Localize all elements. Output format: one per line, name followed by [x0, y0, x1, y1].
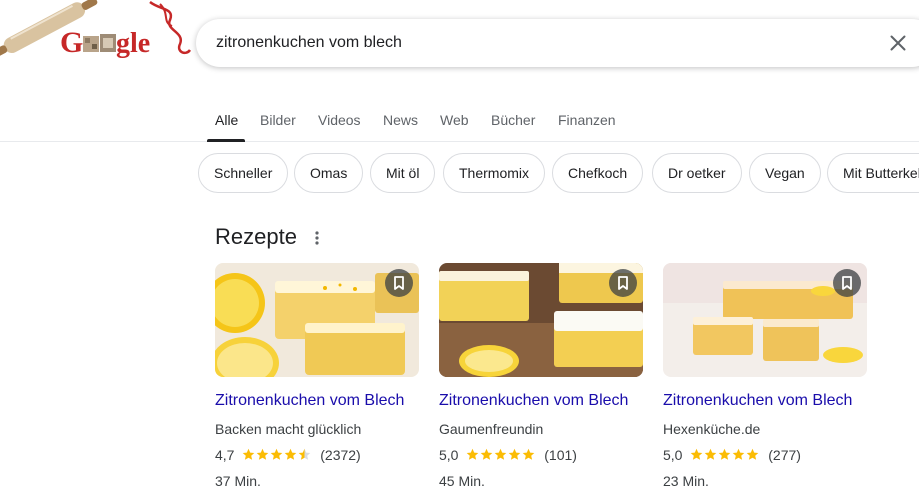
chip-mit-oel[interactable]: Mit öl — [370, 153, 436, 193]
star-icon — [271, 448, 283, 460]
star-icon — [285, 448, 297, 460]
google-doodle-logo[interactable]: G gle — [0, 0, 200, 66]
close-icon[interactable] — [886, 31, 910, 55]
bookmark-icon — [618, 276, 628, 290]
star-icon — [481, 448, 493, 460]
tab-videos[interactable]: Videos — [318, 112, 361, 128]
bookmark-button[interactable] — [385, 269, 413, 297]
tab-alle[interactable]: Alle — [215, 112, 238, 128]
star-rating — [690, 447, 760, 463]
tab-web[interactable]: Web — [440, 112, 469, 128]
star-icon — [691, 448, 703, 460]
star-icon — [747, 448, 759, 460]
header: G gle zitronenkuchen vom blech — [0, 0, 919, 90]
star-icon — [719, 448, 731, 460]
refinement-chips: Schneller Omas Mit öl Thermomix Chefkoch… — [0, 153, 919, 193]
review-count: (277) — [768, 447, 801, 463]
chip-omas[interactable]: Omas — [294, 153, 364, 193]
star-icon — [509, 448, 521, 460]
tab-finanzen[interactable]: Finanzen — [558, 112, 616, 128]
search-box[interactable]: zitronenkuchen vom blech — [196, 19, 919, 67]
chip-schneller[interactable]: Schneller — [198, 153, 289, 193]
recipes-heading: Rezepte — [215, 224, 297, 249]
search-tabs: Alle Bilder Videos News Web Bücher Finan… — [0, 104, 919, 142]
recipe-card[interactable]: Zitronenkuchen vom Blech Backen macht gl… — [215, 263, 419, 503]
star-icon — [495, 448, 507, 460]
recipe-time: 23 Min. — [663, 473, 709, 489]
rating-value: 5,0 — [663, 447, 683, 463]
chip-vegan[interactable]: Vegan — [749, 153, 821, 193]
bookmark-icon — [842, 276, 852, 290]
tab-buecher[interactable]: Bücher — [491, 112, 535, 128]
recipe-title-link[interactable]: Zitronenkuchen vom Blech — [215, 392, 404, 410]
rating-value: 5,0 — [439, 447, 459, 463]
recipe-image[interactable] — [439, 263, 643, 377]
active-tab-indicator — [207, 139, 245, 142]
recipe-rating: 4,7 (2372) — [215, 447, 361, 465]
recipe-time: 45 Min. — [439, 473, 485, 489]
tab-bilder[interactable]: Bilder — [260, 112, 296, 128]
recipe-card[interactable]: Zitronenkuchen vom Blech Hexenküche.de 5… — [663, 263, 867, 503]
bookmark-button[interactable] — [833, 269, 861, 297]
review-count: (101) — [544, 447, 577, 463]
chip-chefkoch[interactable]: Chefkoch — [552, 153, 644, 193]
bookmark-button[interactable] — [609, 269, 637, 297]
svg-text:gle: gle — [116, 28, 150, 59]
star-icon — [467, 448, 479, 460]
recipe-source: Hexenküche.de — [663, 421, 761, 437]
star-rating — [242, 447, 312, 463]
star-icon — [257, 448, 269, 460]
chip-dr-oetker[interactable]: Dr oetker — [652, 153, 742, 193]
recipe-image[interactable] — [215, 263, 419, 377]
recipe-title-link[interactable]: Zitronenkuchen vom Blech — [439, 392, 628, 410]
star-icon — [705, 448, 717, 460]
recipe-card[interactable]: Zitronenkuchen vom Blech Gaumenfreundin … — [439, 263, 643, 503]
recipe-source: Backen macht glücklich — [215, 421, 362, 437]
recipe-source: Gaumenfreundin — [439, 421, 544, 437]
rating-value: 4,7 — [215, 447, 235, 463]
recipe-time: 37 Min. — [215, 473, 261, 489]
star-icon — [523, 448, 535, 460]
search-input[interactable]: zitronenkuchen vom blech — [216, 19, 856, 67]
star-icon — [733, 448, 745, 460]
recipe-rating: 5,0 (277) — [663, 447, 801, 465]
star-icon — [243, 448, 255, 460]
bookmark-icon — [394, 276, 404, 290]
recipe-title-link[interactable]: Zitronenkuchen vom Blech — [663, 392, 852, 410]
star-icon — [299, 448, 311, 460]
chip-thermomix[interactable]: Thermomix — [443, 153, 546, 193]
review-count: (2372) — [320, 447, 361, 463]
star-rating — [466, 447, 536, 463]
more-vert-icon[interactable] — [309, 228, 325, 248]
tab-news[interactable]: News — [383, 112, 418, 128]
recipe-rating: 5,0 (101) — [439, 447, 577, 465]
svg-text:G: G — [60, 26, 83, 59]
recipe-image[interactable] — [663, 263, 867, 377]
chip-mit-butterkeks[interactable]: Mit Butterkeks — [827, 153, 919, 193]
